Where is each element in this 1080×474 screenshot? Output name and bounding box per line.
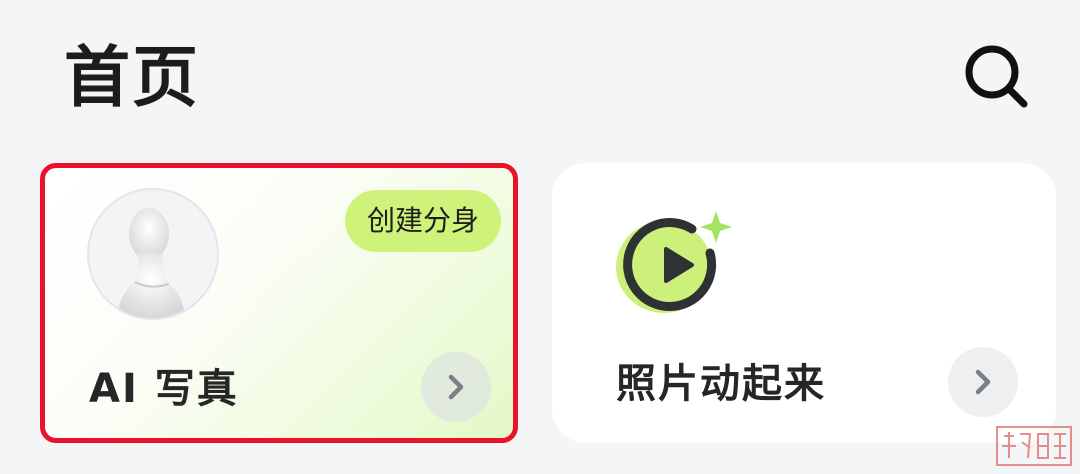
card-label: AI 写真: [89, 366, 239, 412]
watermark-stamp-icon: [1002, 432, 1066, 459]
chevron-right-icon: [975, 369, 991, 395]
search-icon: [965, 45, 1028, 108]
search-button[interactable]: [962, 42, 1032, 112]
chevron-button[interactable]: [421, 352, 491, 422]
avatar-bust-icon: [117, 208, 185, 318]
photo-animate-card[interactable]: 照片动起来: [552, 163, 1056, 443]
page-title: 首页: [64, 39, 200, 116]
watermark-stamp: [996, 426, 1072, 466]
chevron-right-icon: [448, 374, 464, 400]
play-circle-sparkle-icon: [616, 211, 732, 313]
create-avatar-tag[interactable]: 创建分身: [344, 190, 501, 252]
ai-portrait-card[interactable]: 创建分身 AI 写真: [40, 163, 518, 443]
card-label: 照片动起来: [616, 361, 826, 407]
avatar: [87, 188, 219, 320]
chevron-button[interactable]: [948, 347, 1018, 417]
